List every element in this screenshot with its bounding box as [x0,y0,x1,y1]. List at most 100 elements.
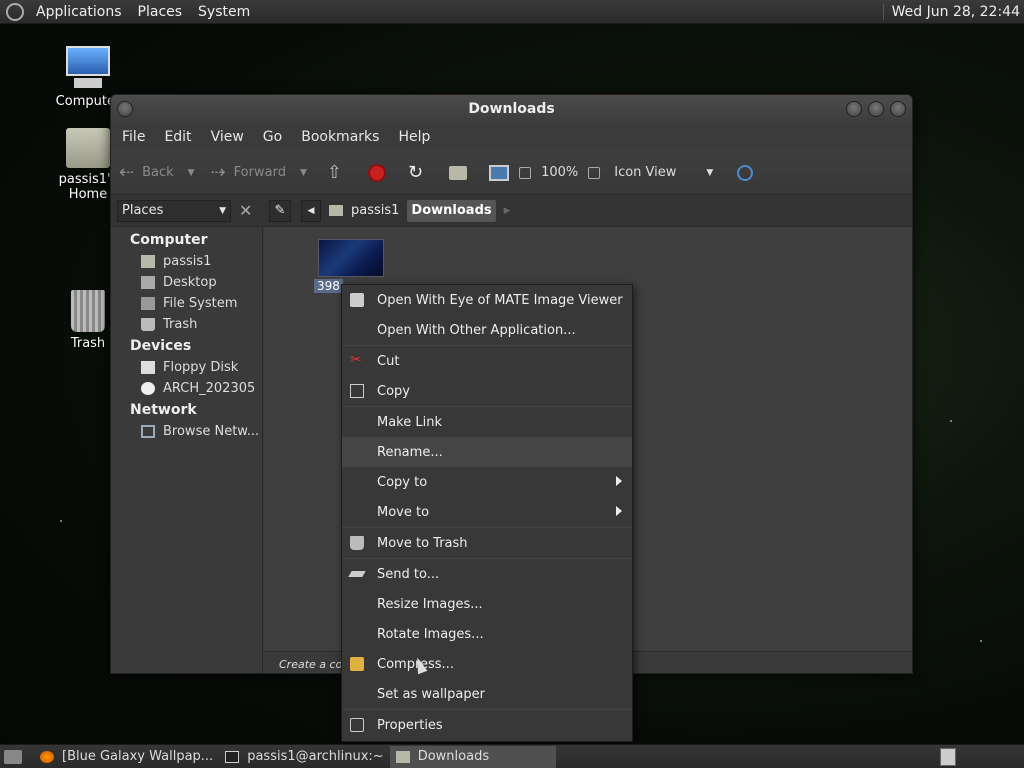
sidebar-section-computer: Computer [130,232,208,248]
show-desktop-icon[interactable] [4,749,22,764]
task-firefox[interactable]: [Blue Galaxy Wallpap... [34,746,219,768]
window-titlebar[interactable]: Downloads [111,95,912,123]
sidebar-item-desktop[interactable]: Desktop [111,272,262,293]
places-menu[interactable]: Places [130,4,191,20]
chevron-down-icon: ▼ [706,167,714,178]
toggle-location-button[interactable]: ✎ [269,199,291,222]
menu-rename[interactable]: Rename... [342,437,632,467]
stop-button[interactable] [367,163,386,182]
breadcrumb-left-button[interactable]: ◀ [301,199,321,222]
menu-rotate-images[interactable]: Rotate Images... [342,619,632,649]
star [950,420,952,422]
menu-move-to-trash[interactable]: Move to Trash [342,528,632,558]
menu-help[interactable]: Help [387,129,438,145]
network-icon [141,425,155,438]
breadcrumb-downloads[interactable]: Downloads [407,199,496,222]
mate-logo-icon[interactable] [6,2,24,21]
sidebar-item-passis1[interactable]: passis1 [111,251,262,272]
menu-copy-to[interactable]: Copy to [342,467,632,497]
submenu-arrow-icon [616,476,622,486]
sidebar-section-network: Network [130,402,197,418]
close-sidebar-icon[interactable]: ✕ [239,201,252,220]
sidebar-item-browse-network[interactable]: Browse Netw... [111,421,262,442]
menu-file[interactable]: File [111,129,153,145]
task-downloads[interactable]: Downloads [389,745,556,768]
menu-resize-images[interactable]: Resize Images... [342,589,632,619]
clock[interactable]: Wed Jun 28, 22:44 [882,4,1020,20]
edit-icon: ✎ [274,203,286,218]
toolbar: ⇠ Back ▼ ⇢ Forward ▼ ⇧ ↻ 100% Icon View ▼ [111,151,912,195]
task-terminal[interactable]: passis1@archlinux:~ [219,746,390,768]
menu-open-with-eom[interactable]: Open With Eye of MATE Image Viewer [342,285,632,315]
zoom-in-button[interactable] [588,166,601,179]
up-arrow-icon: ⇧ [326,162,342,183]
search-icon [737,164,754,181]
send-icon [348,571,366,577]
home-folder-icon [449,165,468,180]
trash-icon [350,536,364,550]
firefox-icon [40,750,54,763]
computer-icon [489,164,510,181]
menu-make-link[interactable]: Make Link [342,407,632,437]
system-menu[interactable]: System [190,4,258,20]
forward-button[interactable]: ⇢ Forward ▼ [211,162,307,183]
menu-bookmarks[interactable]: Bookmarks [290,129,387,145]
zoom-in-icon [588,166,601,179]
sidebar-item-file-system[interactable]: File System [111,293,262,314]
breadcrumb-passis1[interactable]: passis1 [325,200,403,222]
sidebar-item-arch[interactable]: ARCH_202305 [111,378,262,399]
menu-properties[interactable]: Properties [342,710,632,740]
home-folder-icon [66,128,110,168]
applications-menu[interactable]: Applications [28,4,130,20]
search-button[interactable] [737,164,754,181]
menu-open-with-other[interactable]: Open With Other Application... [342,315,632,345]
reload-button[interactable]: ↻ [408,162,431,183]
window-title: Downloads [468,101,555,117]
submenu-arrow-icon [616,506,622,516]
sidebar-item-trash[interactable]: Trash [111,314,262,335]
minimize-icon[interactable] [846,101,862,117]
chevron-right-icon: ▶ [503,205,511,216]
menu-set-wallpaper[interactable]: Set as wallpaper [342,679,632,709]
folder-icon [395,750,410,763]
menu-compress[interactable]: Compress... [342,649,632,679]
file-thumbnail[interactable] [318,239,384,277]
archive-icon [350,657,364,671]
workspace-switcher[interactable] [940,748,956,766]
chevron-down-icon[interactable]: ▼ [188,168,195,178]
menubar: File Edit View Go Bookmarks Help [111,123,912,151]
back-button[interactable]: ⇠ Back ▼ [119,162,195,183]
menu-move-to[interactable]: Move to [342,497,632,527]
window-menu-icon[interactable] [117,101,133,117]
location-bar: Places ▼ ✕ ✎ ◀ passis1 Downloads ▶ [111,195,912,227]
view-mode-select[interactable]: Icon View ▼ [614,165,713,180]
home-folder-icon [141,255,155,268]
star [60,520,62,522]
sidebar-selector[interactable]: Places ▼ [117,199,231,222]
menu-copy[interactable]: Copy [342,376,632,406]
menu-go[interactable]: Go [252,129,290,145]
menu-send-to[interactable]: Send to... [342,559,632,589]
sidebar: Computer passis1 Desktop File System Tra… [111,227,263,673]
computer-button[interactable] [489,164,510,181]
menu-cut[interactable]: ✂ Cut [342,346,632,376]
trash-icon [141,318,155,331]
menu-edit[interactable]: Edit [153,129,199,145]
breadcrumb-right-button[interactable]: ▶ [500,200,515,222]
chevron-down-icon[interactable]: ▼ [300,168,307,178]
maximize-icon[interactable] [868,101,884,117]
up-button[interactable]: ⇧ [327,162,350,183]
zoom-out-button[interactable] [519,166,532,179]
home-button[interactable] [449,165,468,180]
zoom-out-icon [519,166,532,179]
chevron-down-icon: ▼ [219,205,226,216]
copy-icon [350,384,364,398]
star [980,640,982,642]
menu-view[interactable]: View [200,129,252,145]
sidebar-section-devices: Devices [130,338,192,354]
scissors-icon: ✂ [350,352,362,368]
file-label[interactable]: 398 [314,279,343,293]
close-icon[interactable] [890,101,906,117]
reload-icon: ↻ [407,162,424,183]
sidebar-item-floppy[interactable]: Floppy Disk [111,357,262,378]
